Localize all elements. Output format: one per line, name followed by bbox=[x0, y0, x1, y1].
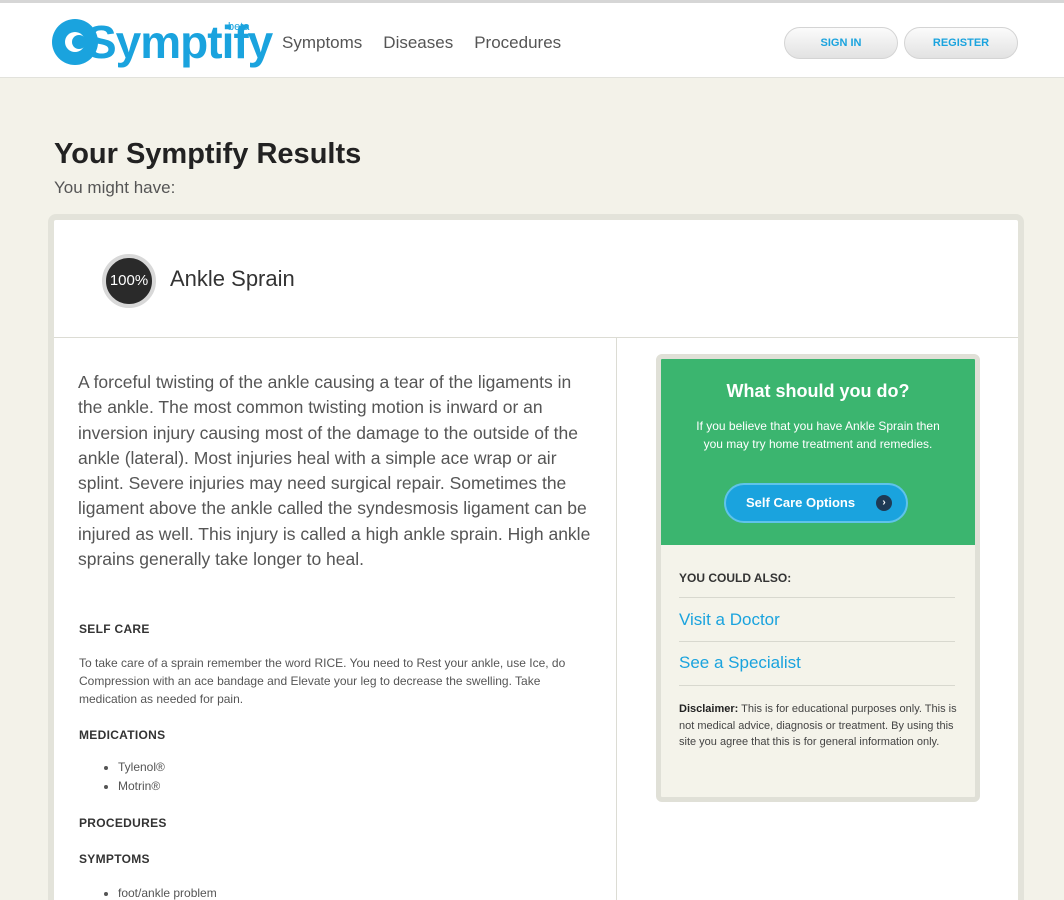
disease-description: A forceful twisting of the ankle causing… bbox=[78, 372, 591, 570]
recommendation-box: What should you do? If you believe that … bbox=[661, 359, 975, 545]
divider bbox=[679, 597, 955, 598]
disclaimer-label: Disclaimer: bbox=[679, 703, 739, 715]
list-item: foot/ankle problem bbox=[118, 884, 217, 900]
self-care-heading: SELF CARE bbox=[79, 622, 150, 636]
register-button[interactable]: REGISTER bbox=[904, 27, 1018, 59]
symptify-logo[interactable]: Symptify beta bbox=[52, 15, 273, 71]
result-header: 100% Ankle Sprain bbox=[54, 220, 1018, 338]
symptoms-list: foot/ankle problem bbox=[102, 884, 217, 900]
self-care-text: To take care of a sprain remember the wo… bbox=[79, 656, 566, 706]
sign-in-button[interactable]: SIGN IN bbox=[784, 27, 898, 59]
procedures-heading: PROCEDURES bbox=[79, 816, 167, 830]
medications-list: Tylenol® Motrin® bbox=[102, 758, 165, 796]
disclaimer: Disclaimer: This is for educational purp… bbox=[679, 701, 961, 751]
symptoms-heading: SYMPTOMS bbox=[79, 852, 150, 866]
divider bbox=[679, 685, 955, 686]
result-card: 100% Ankle Sprain A forceful twisting of… bbox=[48, 214, 1024, 900]
see-specialist-link[interactable]: See a Specialist bbox=[679, 653, 801, 673]
page-subtitle: You might have: bbox=[54, 178, 176, 197]
visit-doctor-link[interactable]: Visit a Doctor bbox=[679, 610, 780, 630]
self-care-button-label: Self Care Options bbox=[746, 495, 856, 510]
main-nav: Symptoms Diseases Procedures bbox=[282, 33, 561, 53]
beta-label: beta bbox=[228, 21, 250, 33]
column-divider bbox=[616, 338, 617, 900]
nav-procedures[interactable]: Procedures bbox=[474, 33, 561, 53]
self-care-options-button[interactable]: Self Care Options › bbox=[724, 483, 908, 523]
list-item: Tylenol® bbox=[118, 758, 165, 777]
top-navigation-bar: Symptify beta Symptoms Diseases Procedur… bbox=[0, 0, 1064, 78]
could-also-heading: YOU COULD ALSO: bbox=[679, 571, 792, 585]
nav-symptoms[interactable]: Symptoms bbox=[282, 33, 362, 53]
nav-diseases[interactable]: Diseases bbox=[383, 33, 453, 53]
panel-text: If you believe that you have Ankle Sprai… bbox=[696, 419, 940, 451]
page-title: Your Symptify Results bbox=[54, 138, 362, 170]
what-to-do-panel: What should you do? If you believe that … bbox=[656, 354, 980, 802]
disease-name: Ankle Sprain bbox=[170, 266, 295, 291]
list-item: Motrin® bbox=[118, 777, 165, 796]
panel-title: What should you do? bbox=[726, 381, 910, 401]
divider bbox=[679, 641, 955, 642]
medications-heading: MEDICATIONS bbox=[79, 728, 166, 742]
match-percent-badge: 100% bbox=[102, 254, 156, 308]
chevron-right-icon: › bbox=[876, 495, 892, 511]
